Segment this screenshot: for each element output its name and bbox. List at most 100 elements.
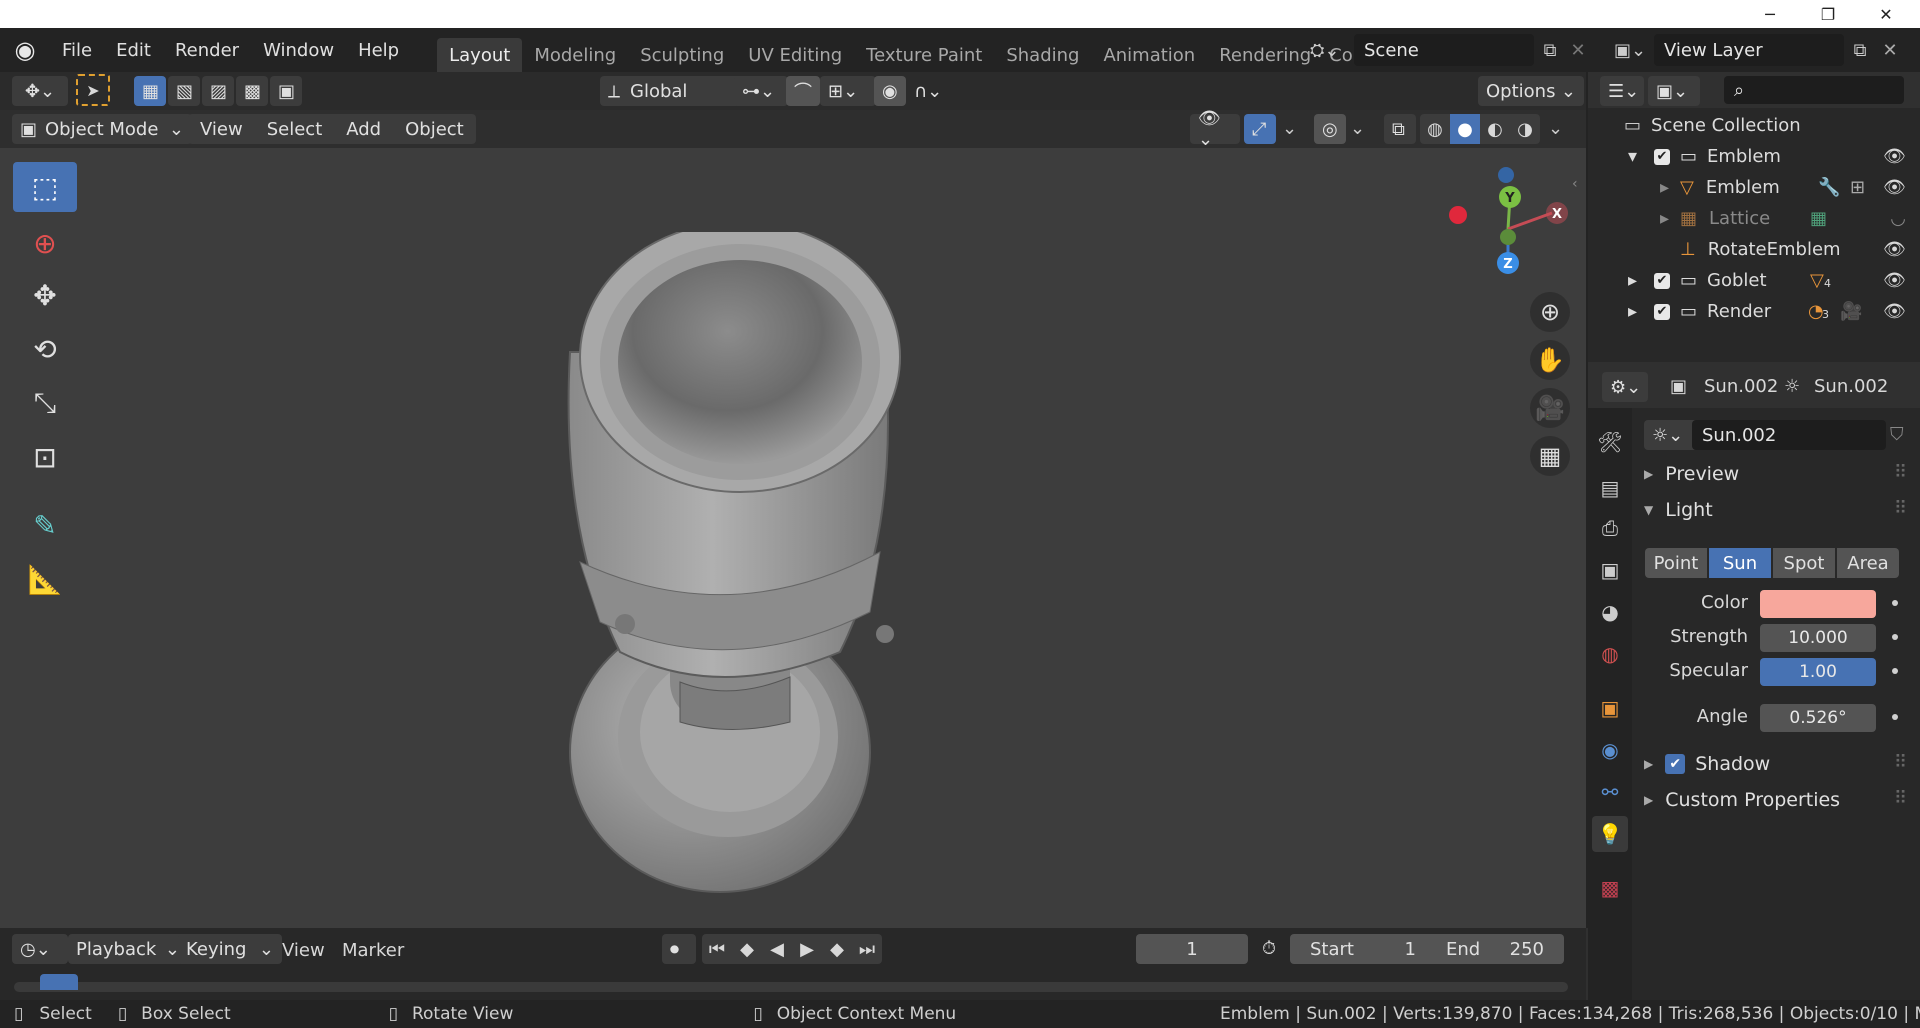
exclude-checkbox[interactable]: ✔ (1654, 272, 1670, 289)
display-mode-icon[interactable]: ▣⌄ (1648, 76, 1700, 106)
view-layer-browse-icon[interactable]: ▣⌄ (1614, 40, 1654, 61)
color-swatch[interactable] (1760, 590, 1876, 618)
keyframe-dot[interactable] (1892, 634, 1898, 640)
outliner-editor-icon[interactable]: ☰⌄ (1600, 76, 1644, 106)
snap-element-icon[interactable]: ⊞⌄ (820, 76, 876, 106)
shadow-panel-header[interactable]: ▶ ✔ Shadow (1644, 748, 1770, 780)
eye-icon[interactable]: 👁 (1883, 146, 1906, 167)
select-box-tool-icon[interactable]: ⬚ (13, 162, 77, 212)
eye-icon[interactable]: 👁 (1883, 177, 1906, 198)
transform-tool-icon[interactable]: ⊡ (13, 432, 77, 482)
menu-select[interactable]: Select (255, 114, 335, 144)
outliner-search-field[interactable]: ⌕ (1724, 76, 1904, 104)
rendered-shading-icon[interactable]: ◑ (1510, 119, 1540, 140)
proportional-edit-icon[interactable]: ◉ (874, 76, 906, 106)
modifier-wrench-icon[interactable]: 🔧 (1818, 177, 1840, 198)
gizmo-toggle-icon[interactable]: ⤢ (1244, 114, 1276, 144)
tab-shading[interactable]: Shading (994, 38, 1091, 72)
start-frame-field[interactable]: Start 1 (1290, 934, 1436, 964)
fake-user-shield-icon[interactable]: ⛉ (1890, 424, 1904, 445)
outliner-row-lattice[interactable]: ▸ ▦ Lattice ▦ ◡ (1588, 203, 1920, 234)
record-icon[interactable]: ⏺ (662, 934, 696, 964)
render-tab-icon[interactable]: ▤ (1592, 470, 1628, 506)
select-subtract-icon[interactable]: ▨ (202, 76, 234, 106)
scale-tool-icon[interactable]: ⤡ (13, 378, 77, 428)
light-type-spot[interactable]: Spot (1773, 548, 1835, 578)
stopwatch-icon[interactable]: ⏱ (1262, 938, 1276, 959)
transform-orientation-dropdown[interactable]: ⟂ Global ⌄ (600, 76, 754, 106)
keyframe-dot[interactable] (1892, 600, 1898, 606)
tool-tab-icon[interactable]: 🛠 (1592, 424, 1628, 460)
maximize-button[interactable]: ❐ (1800, 0, 1856, 28)
wireframe-shading-icon[interactable]: ◍ (1420, 119, 1450, 140)
annotate-tool-icon[interactable]: ✎ (13, 500, 77, 550)
tab-texture-paint[interactable]: Texture Paint (854, 38, 994, 72)
delete-view-layer-icon[interactable]: ✕ (1876, 40, 1904, 61)
outliner-row-scene-collection[interactable]: ▭ Scene Collection (1588, 110, 1920, 141)
perspective-grid-icon[interactable]: ▦ (1530, 436, 1570, 476)
visibility-icon[interactable]: 👁⌄ (1190, 108, 1240, 150)
close-window-button[interactable]: ✕ (1858, 0, 1914, 28)
tab-sculpting[interactable]: Sculpting (628, 38, 736, 72)
light-data-tab-icon[interactable]: 💡 (1592, 816, 1628, 852)
cursor-tool-icon[interactable]: ⊕ (13, 218, 77, 268)
expand-arrow-icon[interactable]: ▸ (1660, 177, 1674, 198)
angle-field[interactable]: 0.526° (1760, 704, 1876, 732)
options-dropdown[interactable]: Options ⌄ (1478, 76, 1584, 106)
jump-end-icon[interactable]: ⏭ (852, 939, 882, 960)
menu-object[interactable]: Object (393, 114, 476, 144)
custom-properties-header[interactable]: ▶ Custom Properties (1644, 784, 1840, 816)
texture-tab-icon[interactable]: ▩ (1592, 870, 1628, 906)
new-view-layer-icon[interactable]: ⧉ (1844, 40, 1876, 61)
editor-type-icon[interactable]: ✥⌄ (12, 76, 68, 106)
lattice-data-icon[interactable]: ▦ (1810, 208, 1827, 229)
tab-modeling[interactable]: Modeling (522, 38, 628, 72)
chevron-down-icon[interactable]: ⌄ (1282, 118, 1297, 139)
mesh-data-icon[interactable]: ⊞ (1850, 177, 1865, 198)
navigation-gizmo[interactable]: Y X Z (1440, 167, 1570, 287)
eye-icon[interactable]: 👁 (1883, 239, 1906, 260)
menu-render[interactable]: Render (163, 28, 251, 72)
end-frame-field[interactable]: End 250 (1426, 934, 1564, 964)
light-type-area[interactable]: Area (1837, 548, 1899, 578)
chevron-down-icon[interactable]: ⌄ (1350, 118, 1365, 139)
select-intersect-icon[interactable]: ▣ (270, 76, 302, 106)
exclude-checkbox[interactable]: ✔ (1654, 303, 1670, 320)
minimize-button[interactable]: ─ (1742, 0, 1798, 28)
tab-layout[interactable]: Layout (437, 38, 523, 72)
expand-arrow-icon[interactable]: ▸ (1628, 301, 1644, 322)
jump-start-icon[interactable]: ⏮ (702, 939, 732, 960)
light-panel-header[interactable]: ▼ Light (1644, 494, 1713, 526)
physics-tab-icon[interactable]: ◉ (1592, 732, 1628, 768)
tab-animation[interactable]: Animation (1091, 38, 1207, 72)
timeline-menu-marker[interactable]: Marker (342, 940, 404, 961)
outliner-row-render[interactable]: ▸ ✔ ▭ Render ◔ 3 🎥 👁 (1588, 296, 1920, 327)
gizmo-neg-x[interactable] (1449, 206, 1467, 224)
keyframe-dot[interactable] (1892, 714, 1898, 720)
playhead[interactable] (40, 974, 78, 990)
expand-arrow-icon[interactable]: ▸ (1660, 208, 1674, 229)
eye-icon[interactable]: 👁 (1883, 270, 1906, 291)
drag-handle-icon[interactable]: ⠿ (1894, 788, 1907, 809)
shadow-checkbox[interactable]: ✔ (1665, 754, 1686, 774)
eye-icon[interactable]: 👁 (1883, 301, 1906, 322)
gizmo-neg-z[interactable] (1498, 167, 1514, 183)
tab-rendering[interactable]: Rendering (1207, 38, 1323, 72)
next-keyframe-icon[interactable]: ◆ (822, 939, 852, 960)
blender-logo-icon[interactable]: ◉ (0, 36, 50, 64)
select-extend-icon[interactable]: ▧ (168, 76, 200, 106)
goblet-model[interactable] (540, 232, 980, 912)
constraints-tab-icon[interactable]: ⚯ (1592, 774, 1628, 810)
timeline-scrubber[interactable] (14, 982, 1568, 992)
active-tool-icon[interactable]: ➤ (76, 74, 110, 106)
prev-keyframe-icon[interactable]: ◆ (732, 939, 762, 960)
context-object-label[interactable]: Sun.002 (1704, 376, 1778, 397)
material-shading-icon[interactable]: ◐ (1480, 119, 1510, 140)
context-data-label[interactable]: Sun.002 (1814, 376, 1888, 397)
exclude-checkbox[interactable]: ✔ (1654, 148, 1670, 165)
light-datablock-field[interactable]: Sun.002 (1692, 420, 1886, 450)
timeline-editor-icon[interactable]: ◷⌄ (12, 934, 68, 964)
current-frame-field[interactable]: 1 (1136, 934, 1248, 964)
snap-toggle-icon[interactable]: ⌒ (786, 76, 820, 106)
eye-hidden-icon[interactable]: ◡ (1890, 208, 1906, 229)
